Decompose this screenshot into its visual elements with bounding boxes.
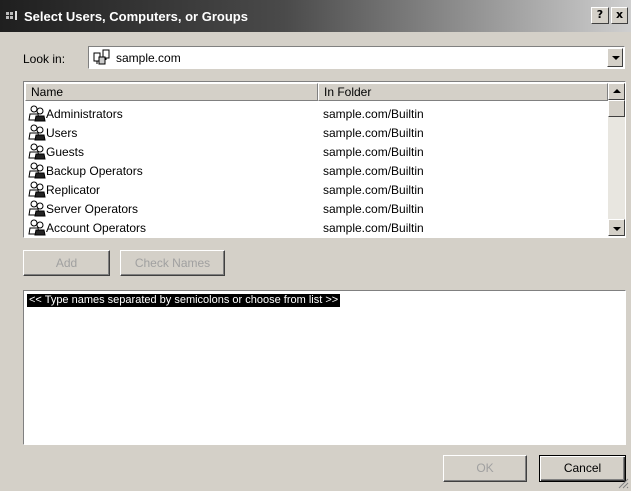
row-folder: sample.com/Builtin — [323, 202, 424, 216]
row-folder: sample.com/Builtin — [323, 221, 424, 235]
cancel-button[interactable]: Cancel — [539, 455, 626, 482]
list-item[interactable]: Backup Operators sample.com/Builtin — [25, 161, 608, 180]
scroll-up-button[interactable] — [608, 83, 625, 100]
column-header-in-folder[interactable]: In Folder — [318, 83, 608, 101]
chevron-up-icon — [613, 89, 621, 93]
domain-icon — [93, 49, 110, 65]
list-rows: Administrators sample.com/Builtin Users … — [25, 104, 608, 237]
chevron-down-icon — [613, 227, 621, 231]
group-icon — [28, 181, 46, 198]
list-item[interactable]: Guests sample.com/Builtin — [25, 142, 608, 161]
look-in-dropdown[interactable]: sample.com — [88, 46, 625, 69]
add-button[interactable]: Add — [23, 250, 110, 276]
group-icon — [28, 105, 46, 122]
group-icon — [28, 200, 46, 217]
row-name: Users — [46, 126, 78, 140]
group-icon — [28, 143, 46, 160]
names-input-hint: << Type names separated by semicolons or… — [27, 294, 341, 307]
list-item[interactable]: Administrators sample.com/Builtin — [25, 104, 608, 123]
window-title: Select Users, Computers, or Groups — [24, 9, 248, 24]
select-users-dialog: Select Users, Computers, or Groups ? x L… — [0, 0, 631, 491]
list-item[interactable]: Server Operators sample.com/Builtin — [25, 199, 608, 218]
look-in-value: sample.com — [116, 51, 181, 65]
look-in-label: Look in: — [23, 52, 66, 66]
resize-grip-icon[interactable] — [617, 477, 629, 489]
list-scrollbar[interactable] — [608, 83, 625, 236]
help-button[interactable]: ? — [591, 7, 609, 24]
list-item[interactable]: Account Operators sample.com/Builtin — [25, 218, 608, 237]
ok-button[interactable]: OK — [443, 455, 527, 482]
column-header-name[interactable]: Name — [25, 83, 318, 101]
row-folder: sample.com/Builtin — [323, 107, 424, 121]
row-folder: sample.com/Builtin — [323, 164, 424, 178]
row-name: Guests — [46, 145, 85, 159]
row-name: Administrators — [46, 107, 123, 121]
look-in-dropdown-arrow[interactable] — [607, 48, 623, 67]
check-names-button[interactable]: Check Names — [120, 250, 225, 276]
row-name: Account Operators — [46, 221, 147, 235]
names-input[interactable]: << Type names separated by semicolons or… — [23, 290, 626, 445]
window-menu-icon[interactable] — [6, 11, 20, 21]
chevron-down-icon — [612, 56, 620, 60]
row-folder: sample.com/Builtin — [323, 145, 424, 159]
row-folder: sample.com/Builtin — [323, 126, 424, 140]
group-icon — [28, 162, 46, 179]
group-icon — [28, 124, 46, 141]
close-button[interactable]: x — [611, 7, 628, 24]
list-item[interactable]: Replicator sample.com/Builtin — [25, 180, 608, 199]
row-name: Backup Operators — [46, 164, 143, 178]
row-folder: sample.com/Builtin — [323, 183, 424, 197]
row-name: Server Operators — [46, 202, 139, 216]
results-list[interactable]: Name In Folder Administrators sample.com… — [23, 81, 626, 238]
list-item[interactable]: Users sample.com/Builtin — [25, 123, 608, 142]
group-icon — [28, 219, 46, 236]
row-name: Replicator — [46, 183, 101, 197]
scroll-thumb[interactable] — [608, 100, 625, 117]
title-bar[interactable]: Select Users, Computers, or Groups ? x — [0, 0, 631, 32]
scroll-down-button[interactable] — [608, 219, 625, 236]
